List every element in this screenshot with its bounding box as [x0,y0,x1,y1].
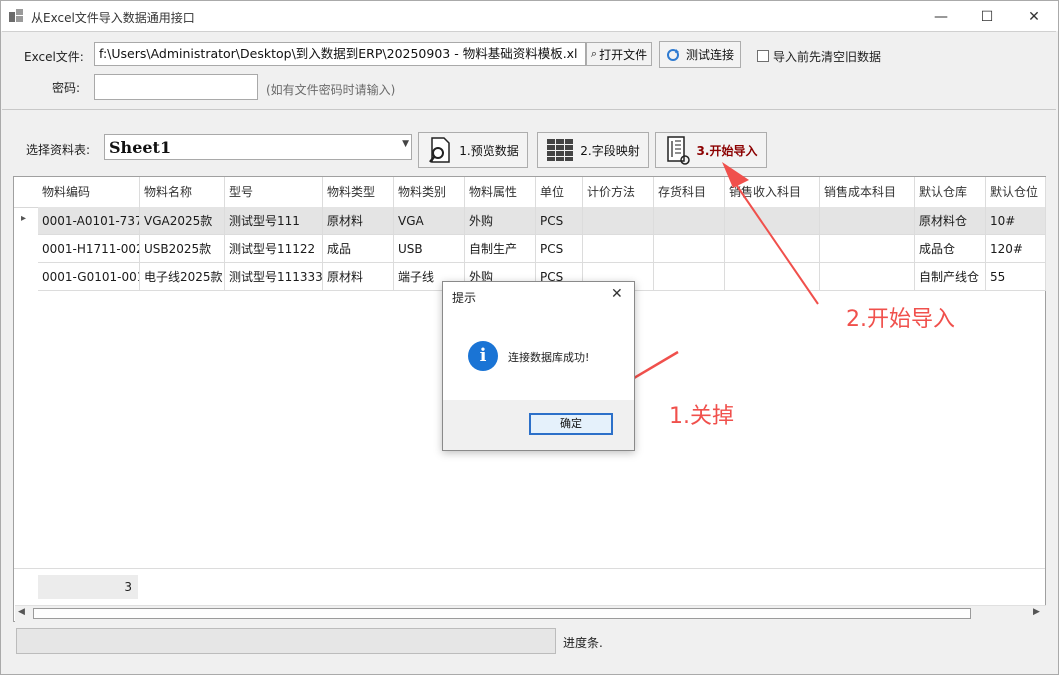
dialog-footer: 确定 [443,400,634,450]
annotation-close-dialog: 1.关掉 [669,404,734,429]
dialog-title: 提示 [452,291,477,305]
info-icon: i [468,341,498,371]
ok-button[interactable]: 确定 [529,413,613,435]
annotation-start-import: 2.开始导入 [846,307,955,332]
message-dialog: 提示 ✕ i 连接数据库成功! 确定 [442,281,635,451]
dialog-close-button[interactable]: ✕ [611,286,623,302]
dialog-message: 连接数据库成功! [508,351,590,364]
